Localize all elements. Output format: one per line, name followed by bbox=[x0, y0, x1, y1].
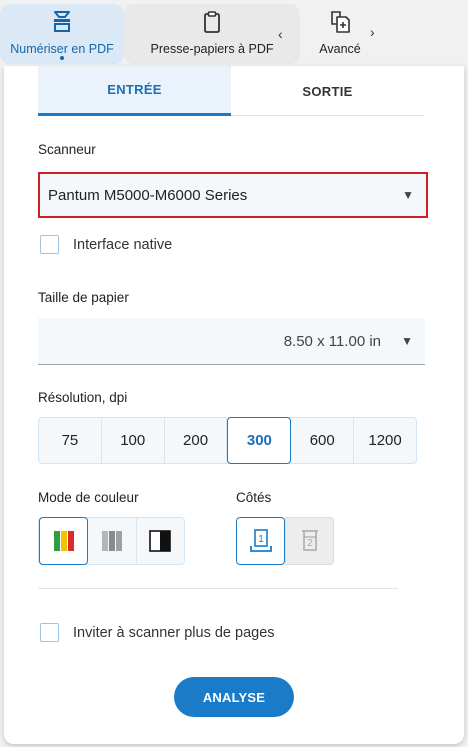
advanced-label: Avancé bbox=[319, 42, 361, 56]
color-mode-label: Mode de couleur bbox=[38, 490, 139, 505]
scan-to-pdf-label: Numériser en PDF bbox=[10, 42, 114, 56]
scanner-label: Scanneur bbox=[38, 142, 96, 157]
more-pages-checkbox[interactable] bbox=[40, 623, 59, 642]
chevron-down-icon: ▼ bbox=[401, 334, 413, 348]
color-mode-bw-button[interactable] bbox=[137, 518, 184, 564]
double-sided-button[interactable]: 2 bbox=[285, 517, 334, 565]
chevron-left-icon[interactable]: ‹ bbox=[278, 26, 283, 42]
single-sided-button[interactable]: 1 bbox=[236, 517, 285, 565]
top-toolbar: Numériser en PDF Presse-papiers à PDF ‹ … bbox=[0, 0, 468, 66]
resolution-option-100[interactable]: 100 bbox=[102, 418, 165, 463]
paper-size-select[interactable]: 8.50 x 11.00 in ▼ bbox=[38, 318, 425, 365]
resolution-selector: 75 100 200 300 600 1200 bbox=[38, 417, 417, 464]
paper-size-label: Taille de papier bbox=[38, 290, 129, 305]
more-pages-label: Inviter à scanner plus de pages bbox=[73, 624, 275, 641]
paper-size-value: 8.50 x 11.00 in bbox=[283, 332, 381, 350]
native-interface-label: Interface native bbox=[73, 236, 173, 253]
clipboard-icon bbox=[203, 8, 221, 36]
scanner-icon bbox=[52, 8, 72, 36]
black-white-icon bbox=[149, 530, 172, 552]
tab-bar: ENTRÉE SORTIE bbox=[38, 66, 424, 116]
resolution-option-300[interactable]: 300 bbox=[227, 417, 292, 464]
color-icon bbox=[53, 531, 74, 551]
clipboard-to-pdf-button[interactable]: Presse-papiers à PDF bbox=[124, 4, 300, 64]
resolution-option-600[interactable]: 600 bbox=[291, 418, 355, 463]
resolution-label: Résolution, dpi bbox=[38, 390, 128, 405]
section-divider bbox=[38, 588, 398, 589]
native-interface-checkbox[interactable] bbox=[40, 235, 59, 254]
active-indicator bbox=[60, 56, 64, 60]
svg-text:1: 1 bbox=[258, 534, 264, 545]
color-mode-color-button[interactable] bbox=[39, 517, 89, 565]
chevron-down-icon: ▼ bbox=[402, 188, 414, 202]
chevron-right-icon[interactable]: › bbox=[370, 24, 375, 40]
scanner-select[interactable]: Pantum M5000-M6000 Series ▼ bbox=[38, 172, 428, 218]
native-interface-row[interactable]: Interface native bbox=[40, 235, 172, 254]
clipboard-to-pdf-label: Presse-papiers à PDF bbox=[150, 42, 274, 56]
single-sided-icon: 1 bbox=[249, 529, 272, 552]
more-pages-row[interactable]: Inviter à scanner plus de pages bbox=[40, 623, 275, 642]
sides-label: Côtés bbox=[236, 490, 272, 505]
settings-panel: ENTRÉE SORTIE Scanneur Pantum M5000-M600… bbox=[4, 66, 464, 744]
advanced-doc-icon bbox=[328, 8, 352, 36]
tab-input[interactable]: ENTRÉE bbox=[38, 66, 231, 116]
svg-text:2: 2 bbox=[307, 538, 313, 549]
resolution-option-1200[interactable]: 1200 bbox=[354, 418, 416, 463]
scanner-value: Pantum M5000-M6000 Series bbox=[48, 186, 248, 204]
resolution-option-75[interactable]: 75 bbox=[39, 418, 102, 463]
double-sided-icon: 2 bbox=[301, 530, 318, 551]
sides-selector: 1 2 bbox=[236, 517, 334, 565]
grayscale-icon bbox=[101, 531, 122, 551]
scan-to-pdf-button[interactable]: Numériser en PDF bbox=[0, 4, 124, 64]
advanced-button[interactable]: Avancé bbox=[300, 4, 380, 64]
color-mode-selector bbox=[38, 517, 185, 565]
tab-output[interactable]: SORTIE bbox=[231, 66, 424, 116]
color-mode-grayscale-button[interactable] bbox=[88, 518, 137, 564]
resolution-option-200[interactable]: 200 bbox=[165, 418, 228, 463]
analyse-button[interactable]: ANALYSE bbox=[174, 677, 294, 717]
